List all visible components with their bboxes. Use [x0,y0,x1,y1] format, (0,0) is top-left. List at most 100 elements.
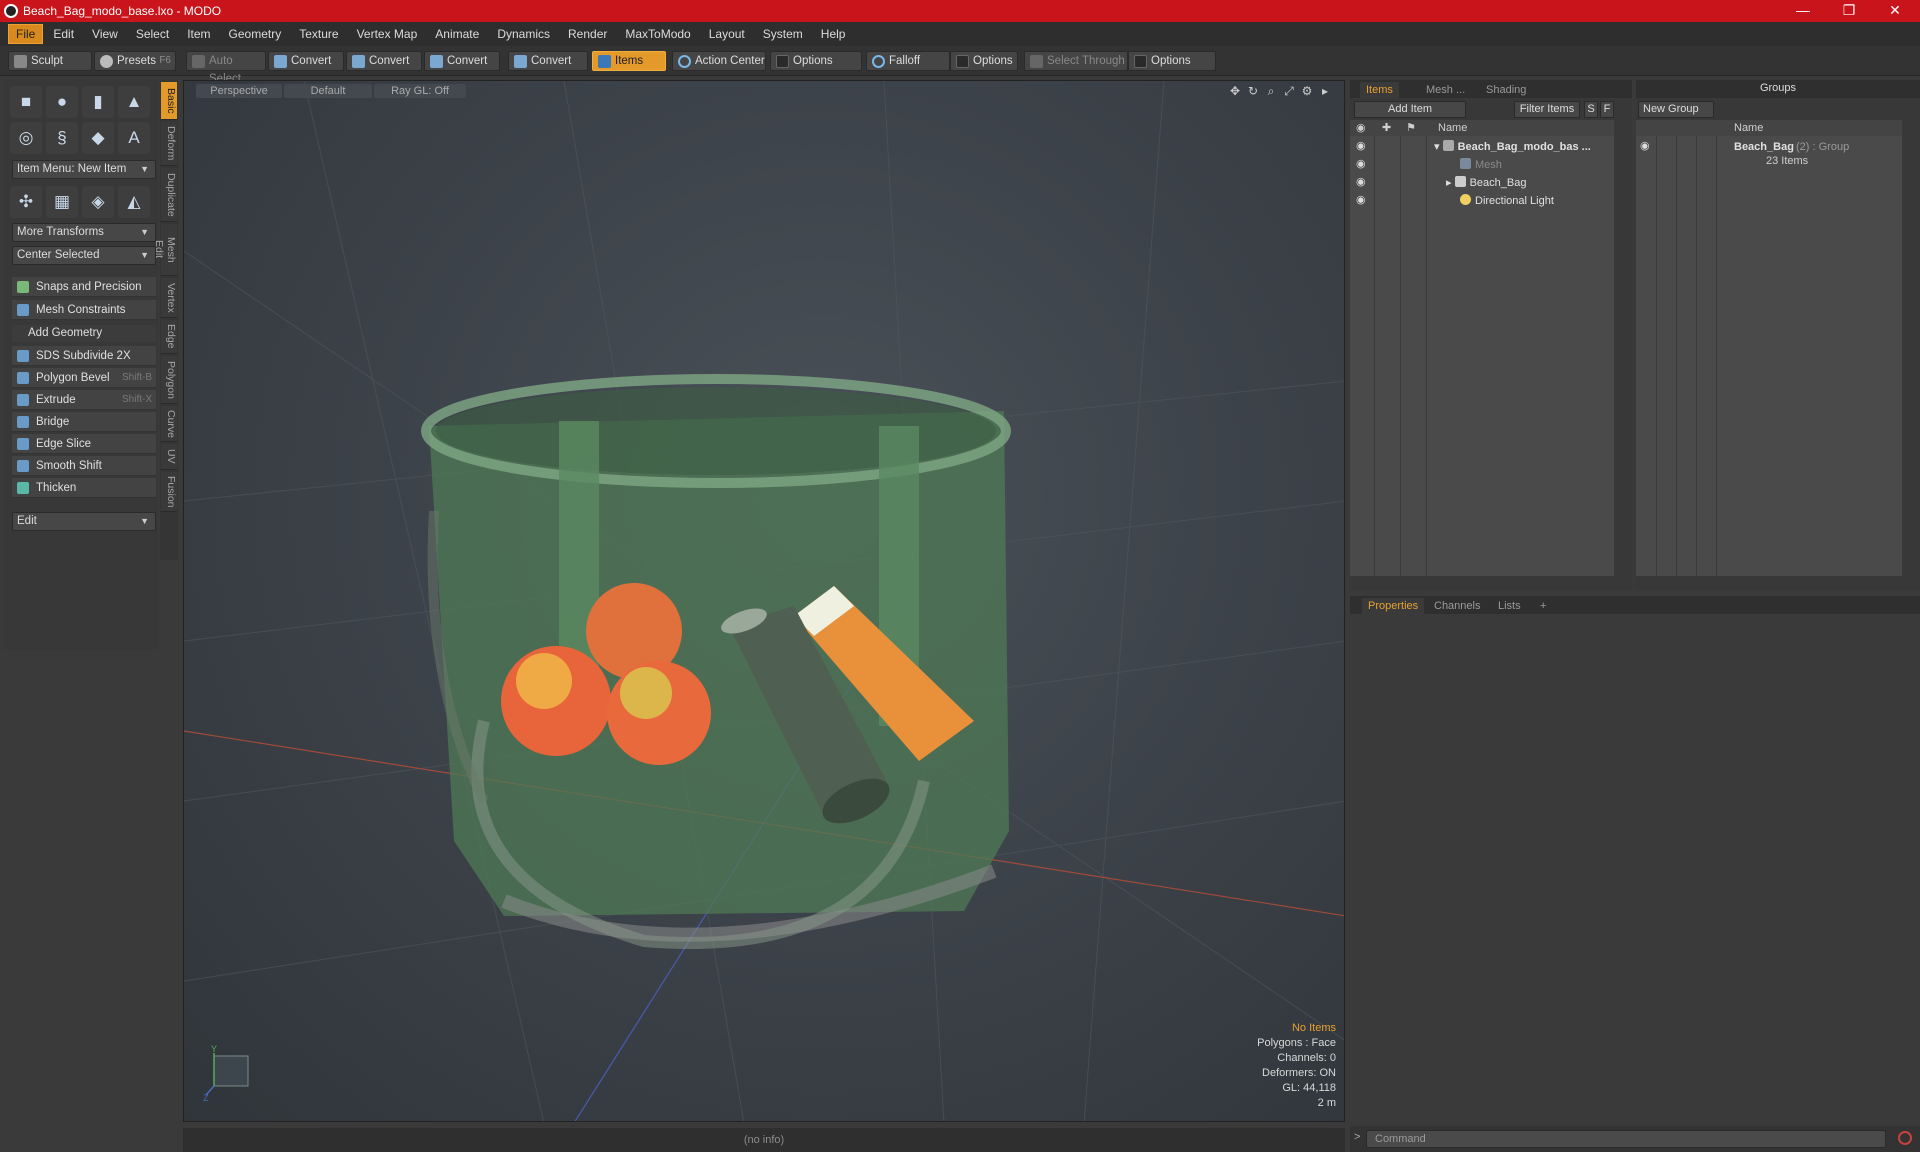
text-icon[interactable]: A [118,122,150,154]
pen-icon[interactable]: ◆ [82,122,114,154]
menu-help[interactable]: Help [813,24,854,44]
viewport-expand-icon[interactable]: ▸ [1318,84,1332,98]
menu-item[interactable]: Item [179,24,218,44]
cone-icon[interactable]: ▲ [118,86,150,118]
rotate-view-icon[interactable]: ↻ [1246,84,1260,98]
command-input[interactable]: Command [1366,1130,1886,1148]
convert-edges-button[interactable]: Convert [346,51,422,71]
more-transforms-dropdown[interactable]: More Transforms ▼ [12,223,156,242]
record-icon[interactable] [1898,1131,1912,1145]
select-through-button[interactable]: Select Through [1024,51,1128,71]
menu-animate[interactable]: Animate [427,24,487,44]
cylinder-icon[interactable]: ▮ [82,86,114,118]
edit-dropdown[interactable]: Edit ▼ [12,512,156,531]
options-button-2[interactable]: Options [950,51,1018,71]
tab-shading[interactable]: Shading [1480,82,1532,98]
snaps-precision-button[interactable]: Snaps and Precision [12,277,156,297]
tab-vertex[interactable]: Vertex [161,278,177,318]
convert-polygons-button[interactable]: Convert [424,51,500,71]
thicken-button[interactable]: Thicken [12,478,156,498]
add-geometry-section[interactable]: Add Geometry [12,325,156,342]
convert-vertices-button[interactable]: Convert [268,51,344,71]
tab-duplicate[interactable]: Duplicate [161,168,177,222]
tab-uv[interactable]: UV [161,444,177,470]
tab-polygon[interactable]: Polygon [161,356,177,404]
list-item[interactable]: ◉ ▸ Beach_Bag [1350,174,1614,192]
eye-icon[interactable]: ◉ [1356,177,1369,188]
tab-mesh[interactable]: Mesh ... [1420,82,1471,98]
list-item[interactable]: ◉ Mesh [1350,156,1614,174]
eye-icon[interactable]: ◉ [1356,159,1369,170]
list-item[interactable]: ◉ Directional Light [1350,192,1614,210]
bridge-button[interactable]: Bridge [12,412,156,432]
menu-view[interactable]: View [84,24,126,44]
menu-maxtomodo[interactable]: MaxToModo [617,24,698,44]
mesh-constraints-button[interactable]: Mesh Constraints [12,300,156,320]
zoom-view-icon[interactable]: ⌕ [1264,84,1278,98]
menu-geometry[interactable]: Geometry [221,24,290,44]
auto-select-button[interactable]: Auto Select [186,51,266,85]
sculpt-button[interactable]: Sculpt [8,51,92,71]
menu-vertex-map[interactable]: Vertex Map [349,24,426,44]
sphere-icon[interactable]: ● [46,86,78,118]
falloff-button[interactable]: Falloff [866,51,950,71]
menu-dynamics[interactable]: Dynamics [489,24,558,44]
add-item-button[interactable]: Add Item [1354,101,1466,118]
item-menu-dropdown[interactable]: Item Menu: New Item ▼ [12,160,156,179]
minimize-button[interactable]: — [1780,0,1826,22]
eye-icon[interactable]: ◉ [1640,141,1653,152]
filter-f-button[interactable]: F [1600,101,1614,118]
add-tab-button[interactable]: + [1534,598,1552,614]
fit-view-icon[interactable]: ⤢ [1282,84,1296,98]
smooth-shift-button[interactable]: Smooth Shift [12,456,156,476]
tab-fusion[interactable]: Fusion [161,472,177,512]
menu-file[interactable]: File [8,24,44,44]
torus-icon[interactable]: ◎ [10,122,42,154]
sds-subdivide-button[interactable]: SDS Subdivide 2X [12,346,156,366]
tab-items[interactable]: Items [1360,82,1399,98]
viewport-raygl-tab[interactable]: Ray GL: Off [374,84,466,98]
viewport-settings-icon[interactable]: ⚙ [1300,84,1314,98]
edge-slice-button[interactable]: Edge Slice [12,434,156,454]
eye-icon[interactable]: ◉ [1356,141,1369,152]
presets-button[interactable]: Presets F6 [94,51,176,71]
polygon-bevel-button[interactable]: Polygon Bevel Shift-B [12,368,156,388]
eye-icon[interactable]: ◉ [1356,195,1369,206]
close-button[interactable]: ✕ [1872,0,1918,22]
menu-system[interactable]: System [755,24,811,44]
viewport-perspective-tab[interactable]: Perspective [196,84,282,98]
options-button-3[interactable]: Options [1128,51,1216,71]
tab-properties[interactable]: Properties [1362,598,1425,614]
grid-icon[interactable]: ▦ [46,186,78,218]
menu-edit[interactable]: Edit [45,24,82,44]
items-mode-button[interactable]: Items [592,51,666,71]
tab-edge[interactable]: Edge [161,320,177,354]
tab-lists[interactable]: Lists [1492,598,1527,614]
list-item[interactable]: ◉ ▾ Beach_Bag_modo_bas ... [1350,138,1614,156]
capsule-icon[interactable]: § [46,122,78,154]
tab-mesh-edit[interactable]: Mesh Edit [153,224,177,276]
filter-items-button[interactable]: Filter Items [1514,101,1580,118]
convert-materials-button[interactable]: Convert [508,51,588,71]
3d-viewport[interactable]: Y Z Perspective Default Ray GL: Off ✥ ↻ … [183,80,1345,1122]
globe-icon[interactable]: ◈ [82,186,114,218]
center-selected-dropdown[interactable]: Center Selected ▼ [12,246,156,265]
action-center-button[interactable]: Action Center [672,51,766,71]
tab-curve[interactable]: Curve [161,406,177,442]
move-view-icon[interactable]: ✥ [1228,84,1242,98]
tab-basic[interactable]: Basic [161,82,177,120]
maximize-button[interactable]: ❐ [1826,0,1872,22]
transform-icon[interactable]: ✣ [10,186,42,218]
filter-s-button[interactable]: S [1584,101,1598,118]
new-group-button[interactable]: New Group [1638,101,1714,118]
tab-deform[interactable]: Deform [161,122,177,166]
menu-texture[interactable]: Texture [291,24,346,44]
menu-render[interactable]: Render [560,24,615,44]
extrude-button[interactable]: Extrude Shift-X [12,390,156,410]
tab-channels[interactable]: Channels [1428,598,1486,614]
plane-icon[interactable]: ◭ [118,186,150,218]
options-button-1[interactable]: Options [770,51,862,71]
viewport-style-tab[interactable]: Default [284,84,372,98]
menu-select[interactable]: Select [128,24,177,44]
cube-icon[interactable]: ■ [10,86,42,118]
